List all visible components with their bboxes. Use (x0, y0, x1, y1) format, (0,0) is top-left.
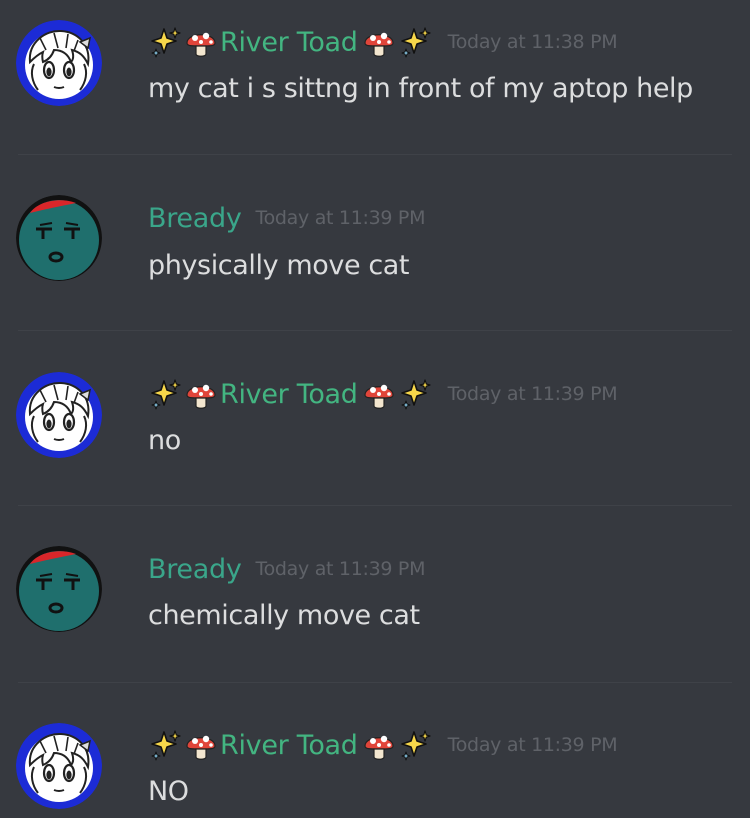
sparkles-icon (148, 728, 182, 762)
bready-avatar[interactable] (16, 546, 102, 632)
river-toad-avatar[interactable] (16, 372, 102, 458)
message-item: Bready Today at 11:39 PM physically move… (0, 155, 750, 305)
message-header: River Toad Today at 11:39 PM (148, 725, 618, 765)
sparkles-icon (148, 377, 182, 411)
message-header: River Toad Today at 11:38 PM (148, 22, 618, 62)
mushroom-icon (362, 377, 396, 411)
timestamp[interactable]: Today at 11:39 PM (448, 734, 618, 756)
timestamp[interactable]: Today at 11:39 PM (256, 207, 426, 229)
message-header: Bready Today at 11:39 PM (148, 549, 425, 589)
mushroom-icon (184, 25, 218, 59)
timestamp[interactable]: Today at 11:39 PM (256, 558, 426, 580)
message-content: physically move cat (148, 250, 410, 281)
message-content: chemically move cat (148, 600, 420, 631)
username[interactable]: River Toad (220, 27, 358, 58)
message-item: River Toad Today at 11:39 PM no (0, 331, 750, 481)
username[interactable]: River Toad (220, 730, 358, 761)
mushroom-icon (362, 25, 396, 59)
river-toad-avatar[interactable] (16, 723, 102, 809)
sparkles-icon (398, 25, 432, 59)
river-toad-avatar[interactable] (16, 20, 102, 106)
chat-log: River Toad Today at 11:38 PM my cat i s … (0, 0, 750, 818)
sparkles-icon (398, 377, 432, 411)
message-header: Bready Today at 11:39 PM (148, 198, 425, 238)
message-item: Bready Today at 11:39 PM chemically move… (0, 506, 750, 656)
sparkles-icon (148, 25, 182, 59)
mushroom-icon (362, 728, 396, 762)
message-item: River Toad Today at 11:39 PM NO (0, 683, 750, 818)
message-item: River Toad Today at 11:38 PM my cat i s … (0, 0, 750, 150)
mushroom-icon (184, 728, 218, 762)
message-content: no (148, 425, 181, 456)
username[interactable]: River Toad (220, 379, 358, 410)
message-header: River Toad Today at 11:39 PM (148, 374, 618, 414)
username[interactable]: Bready (148, 203, 242, 234)
timestamp[interactable]: Today at 11:39 PM (448, 383, 618, 405)
mushroom-icon (184, 377, 218, 411)
timestamp[interactable]: Today at 11:38 PM (448, 31, 618, 53)
sparkles-icon (398, 728, 432, 762)
bready-avatar[interactable] (16, 195, 102, 281)
message-content: my cat i s sittng in front of my aptop h… (148, 73, 693, 104)
message-content: NO (148, 776, 189, 807)
username[interactable]: Bready (148, 554, 242, 585)
